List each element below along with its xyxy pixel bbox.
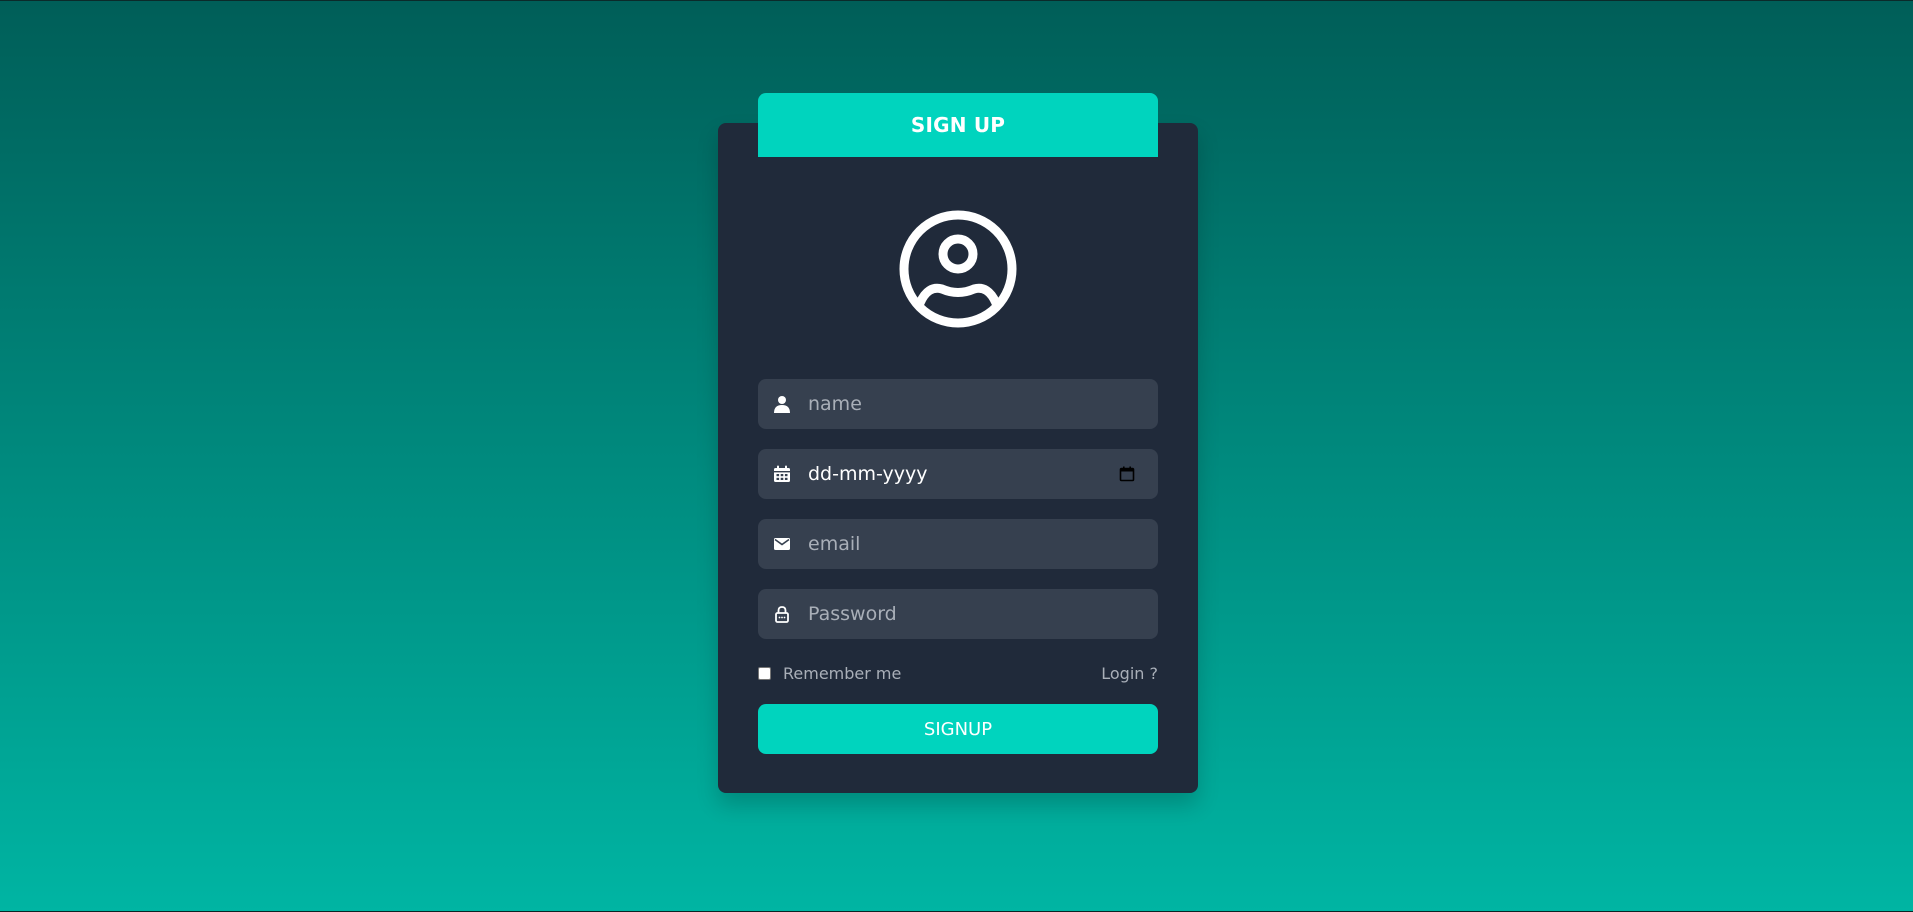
signup-card: SIGN UP name dd-mm-yyyy email Remember m… bbox=[718, 93, 1198, 793]
remember-me: Remember me bbox=[758, 664, 901, 683]
envelope-icon bbox=[772, 534, 792, 554]
remember-checkbox[interactable] bbox=[758, 666, 771, 680]
name-input[interactable] bbox=[808, 393, 1158, 415]
form-title: SIGN UP bbox=[910, 113, 1006, 137]
password-field[interactable] bbox=[758, 589, 1158, 639]
signup-button[interactable]: SIGNUP bbox=[758, 704, 1158, 754]
calendar-icon bbox=[772, 464, 792, 484]
lock-icon bbox=[772, 604, 792, 624]
login-link[interactable]: Login ? bbox=[1101, 664, 1158, 683]
birthdate-input[interactable]: dd-mm-yyyy bbox=[808, 463, 1118, 485]
remember-label: Remember me bbox=[783, 663, 902, 683]
name-field[interactable] bbox=[758, 379, 1158, 429]
card-header: SIGN UP bbox=[758, 93, 1158, 157]
user-circle-icon bbox=[898, 209, 1018, 329]
email-input[interactable] bbox=[808, 533, 1158, 555]
options-row: Remember me Login ? bbox=[758, 660, 1158, 686]
birthdate-field[interactable]: dd-mm-yyyy bbox=[758, 449, 1158, 499]
calendar-picker-icon[interactable] bbox=[1118, 465, 1136, 483]
password-input[interactable] bbox=[808, 603, 1158, 625]
user-icon bbox=[772, 394, 792, 414]
email-field[interactable] bbox=[758, 519, 1158, 569]
